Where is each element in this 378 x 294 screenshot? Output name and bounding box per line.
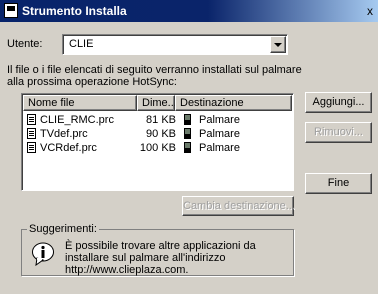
file-name: VCRdef.prc [40,142,97,154]
table-row[interactable]: CLIE_RMC.prc 81 KB Palmare [24,113,292,127]
close-button[interactable]: x [364,4,376,18]
end-button[interactable]: Fine [305,173,372,194]
app-icon [4,3,18,18]
add-button[interactable]: Aggiungi... [305,92,372,113]
table-row[interactable]: VCRdef.prc 100 KB Palmare [24,141,292,155]
tips-text: È possibile trovare altre applicazioni d… [65,240,256,276]
user-label: Utente: [7,38,43,50]
column-header-destination[interactable]: Destinazione [175,95,292,111]
user-dropdown[interactable]: CLIE [62,34,288,55]
file-destination: Palmare [199,128,240,140]
file-icon [27,128,36,139]
remove-button[interactable]: Rimuovi... [305,122,372,143]
change-destination-button[interactable]: Cambia destinazione... [182,196,295,216]
dropdown-arrow-button[interactable] [270,36,286,53]
file-size: 100 KB [139,142,176,154]
file-list[interactable]: Nome file Dime... Destinazione CLIE_RMC.… [21,93,294,191]
file-icon [27,114,36,125]
palm-device-icon [184,128,191,139]
file-destination: Palmare [199,114,240,126]
window-title: Strumento Installa [22,4,127,18]
tips-legend: Suggerimenti: [27,223,99,235]
install-description: Il file o i file elencati di seguito ver… [7,64,302,88]
chevron-down-icon [274,43,282,47]
file-size: 90 KB [146,128,176,140]
file-size: 81 KB [146,114,176,126]
file-destination: Palmare [199,142,240,154]
palm-device-icon [184,142,191,153]
column-header-name[interactable]: Nome file [23,95,137,111]
file-icon [27,142,36,153]
palm-device-icon [184,114,191,125]
column-header-size[interactable]: Dime... [137,95,177,111]
file-name: TVdef.prc [40,128,88,140]
info-icon [32,242,54,266]
table-row[interactable]: TVdef.prc 90 KB Palmare [24,127,292,141]
user-selected-value: CLIE [69,38,94,50]
file-name: CLIE_RMC.prc [40,114,114,126]
